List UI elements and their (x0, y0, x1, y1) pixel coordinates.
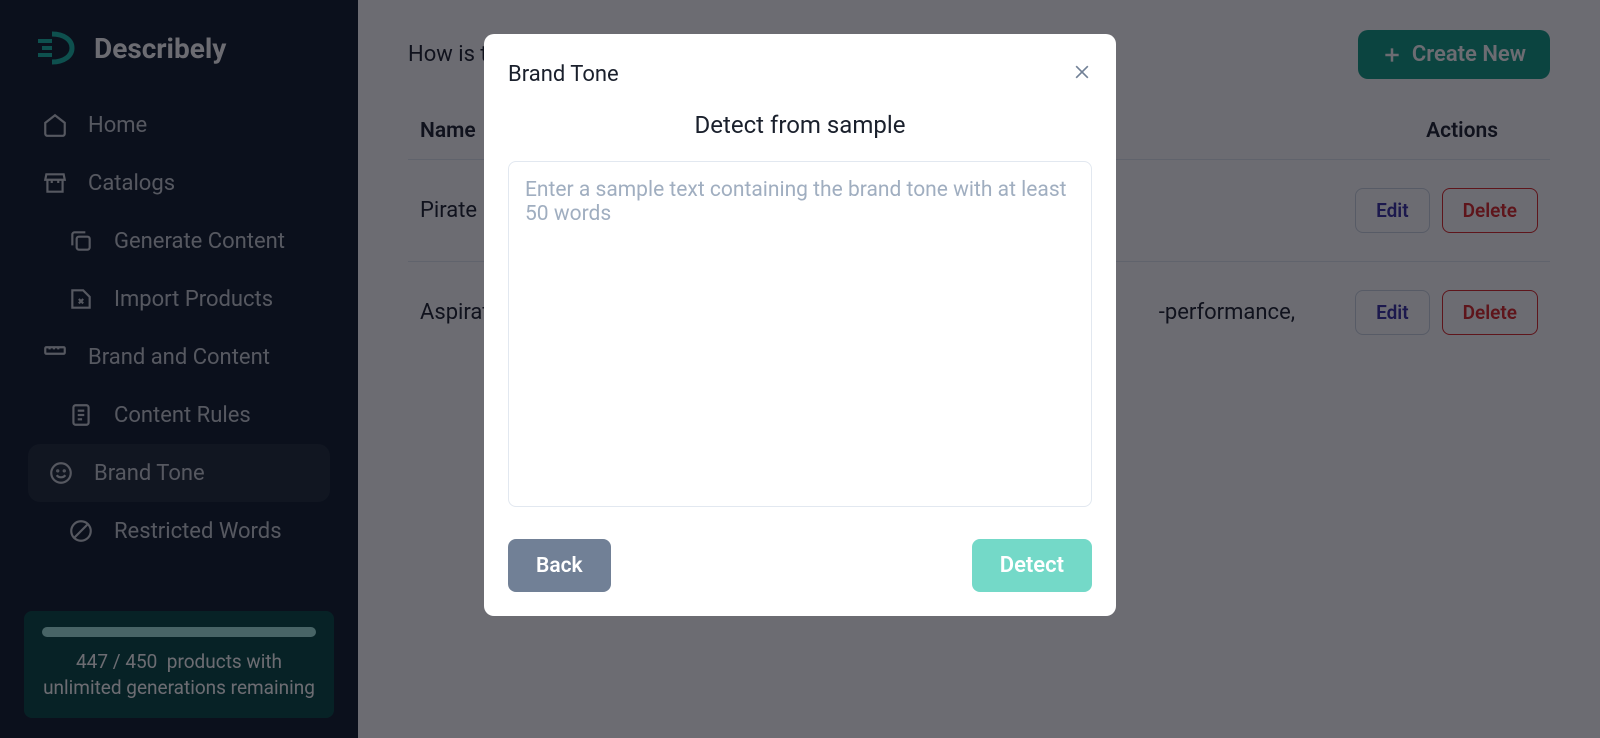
modal-subtitle: Detect from sample (508, 111, 1092, 139)
back-button[interactable]: Back (508, 539, 611, 592)
detect-button[interactable]: Detect (972, 539, 1092, 592)
brand-tone-modal: Brand Tone Detect from sample Back Detec… (484, 34, 1116, 616)
close-icon[interactable] (1072, 62, 1092, 82)
modal-footer: Back Detect (508, 539, 1092, 592)
sample-text-input[interactable] (508, 161, 1092, 507)
modal-title: Brand Tone (508, 62, 1092, 87)
modal-overlay[interactable]: Brand Tone Detect from sample Back Detec… (0, 0, 1600, 738)
